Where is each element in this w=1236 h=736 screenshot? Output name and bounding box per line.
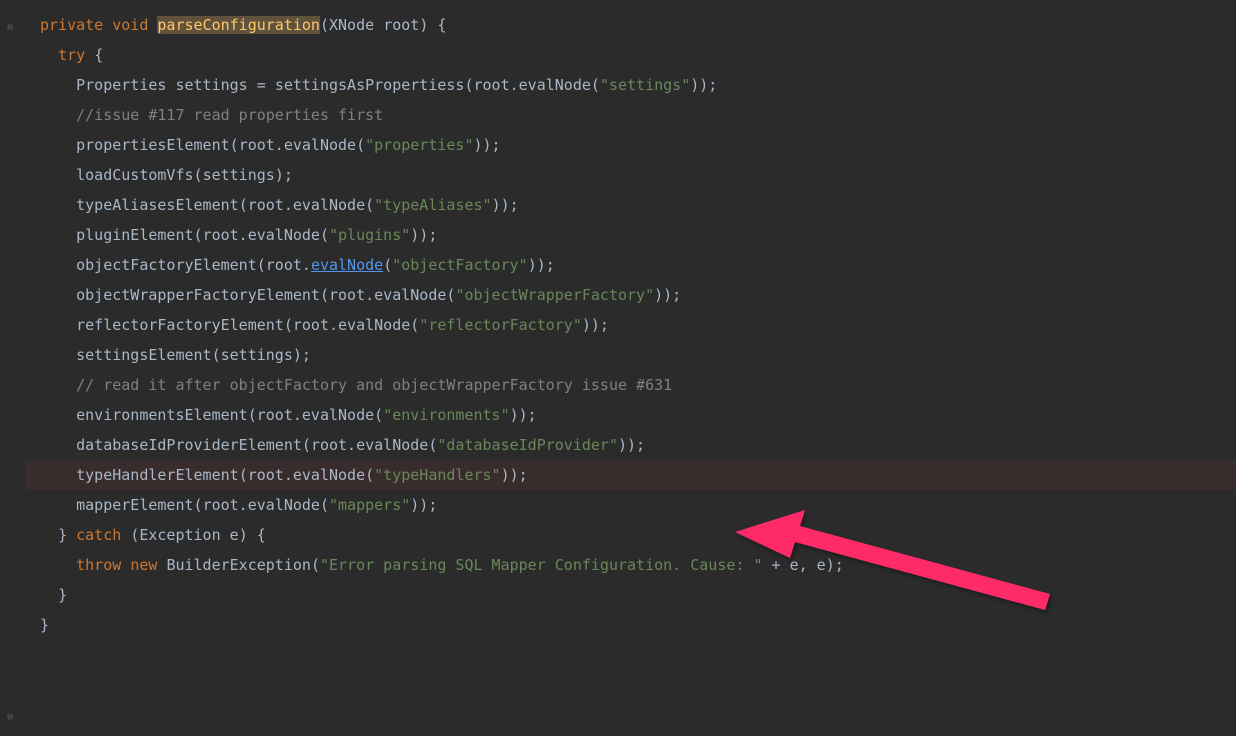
string-literal: "environments" [383,406,509,424]
gutter: ⊖ ⊖ [0,0,25,650]
var-name: settings [175,76,247,94]
keyword-modifiers: private void [40,16,148,34]
method-call: objectWrapperFactoryElement [76,286,320,304]
string-literal: "reflectorFactory" [419,316,582,334]
code-content[interactable]: private void parseConfiguration(XNode ro… [20,10,1236,640]
method-call: databaseIdProviderElement [76,436,302,454]
code-line[interactable]: throw new BuilderException("Error parsin… [40,550,1236,580]
method-call: mapperElement [76,496,193,514]
code-line[interactable]: objectFactoryElement(root.evalNode("obje… [40,250,1236,280]
method-call: settingsElement [76,346,211,364]
code-line[interactable]: } [40,610,1236,640]
method-call: reflectorFactoryElement [76,316,284,334]
keyword-catch: catch [76,526,121,544]
code-line[interactable]: } [40,580,1236,610]
code-line[interactable]: objectWrapperFactoryElement(root.evalNod… [40,280,1236,310]
method-call: pluginElement [76,226,193,244]
code-line[interactable]: try { [40,40,1236,70]
exception-var: e [230,526,239,544]
string-literal: "plugins" [329,226,410,244]
method-name: parseConfiguration [157,16,320,34]
code-line[interactable]: } catch (Exception e) { [40,520,1236,550]
comment: // read it after objectFactory and objec… [76,376,672,394]
code-line[interactable]: environmentsElement(root.evalNode("envir… [40,400,1236,430]
code-line[interactable]: mapperElement(root.evalNode("mappers")); [40,490,1236,520]
code-line[interactable]: //issue #117 read properties first [40,100,1236,130]
param-type: XNode [329,16,374,34]
root-ref: root. [474,76,519,94]
exception-type: Exception [139,526,220,544]
linked-evalNode[interactable]: evalNode [311,256,383,274]
method-call: objectFactoryElement [76,256,257,274]
fold-marker-bottom[interactable]: ⊖ [7,708,13,728]
string-literal: "objectFactory" [392,256,527,274]
method-call: settingsAsPropertiess [275,76,465,94]
keyword-throw: throw [76,556,121,574]
string-literal: "typeAliases" [374,196,491,214]
concat-args: + e, e); [762,556,843,574]
method-call: environmentsElement [76,406,248,424]
method-call: propertiesElement [76,136,230,154]
code-line[interactable]: private void parseConfiguration(XNode ro… [40,10,1236,40]
code-line[interactable]: settingsElement(settings); [40,340,1236,370]
code-line[interactable]: reflectorFactoryElement(root.evalNode("r… [40,310,1236,340]
string-literal: "settings" [600,76,690,94]
arg: settings [203,166,275,184]
param-name: root [383,16,419,34]
string-literal: "mappers" [329,496,410,514]
method-call: typeHandlerElement [76,466,239,484]
code-line[interactable]: propertiesElement(root.evalNode("propert… [40,130,1236,160]
code-line[interactable]: // read it after objectFactory and objec… [40,370,1236,400]
code-line[interactable]: typeAliasesElement(root.evalNode("typeAl… [40,190,1236,220]
code-line[interactable]: Properties settings = settingsAsProperti… [40,70,1236,100]
exception-ctor: BuilderException [166,556,311,574]
arg: settings [221,346,293,364]
string-literal: "databaseIdProvider" [437,436,618,454]
keyword-try: try [58,46,85,64]
code-line-highlighted[interactable]: typeHandlerElement(root.evalNode("typeHa… [0,460,1236,490]
code-editor[interactable]: ⊖ ⊖ private void parseConfiguration(XNod… [0,0,1236,650]
type: Properties [76,76,166,94]
code-line[interactable]: loadCustomVfs(settings); [40,160,1236,190]
string-literal: "properties" [365,136,473,154]
comment: //issue #117 read properties first [76,106,383,124]
string-literal: "typeHandlers" [374,466,500,484]
fold-marker-top[interactable]: ⊖ [7,18,13,38]
method-call: typeAliasesElement [76,196,239,214]
keyword-new: new [130,556,157,574]
string-literal: "objectWrapperFactory" [455,286,654,304]
evalNode-call: evalNode [519,76,591,94]
string-literal: "Error parsing SQL Mapper Configuration.… [320,556,763,574]
method-call: loadCustomVfs [76,166,193,184]
code-line[interactable]: databaseIdProviderElement(root.evalNode(… [40,430,1236,460]
code-line[interactable]: pluginElement(root.evalNode("plugins")); [40,220,1236,250]
